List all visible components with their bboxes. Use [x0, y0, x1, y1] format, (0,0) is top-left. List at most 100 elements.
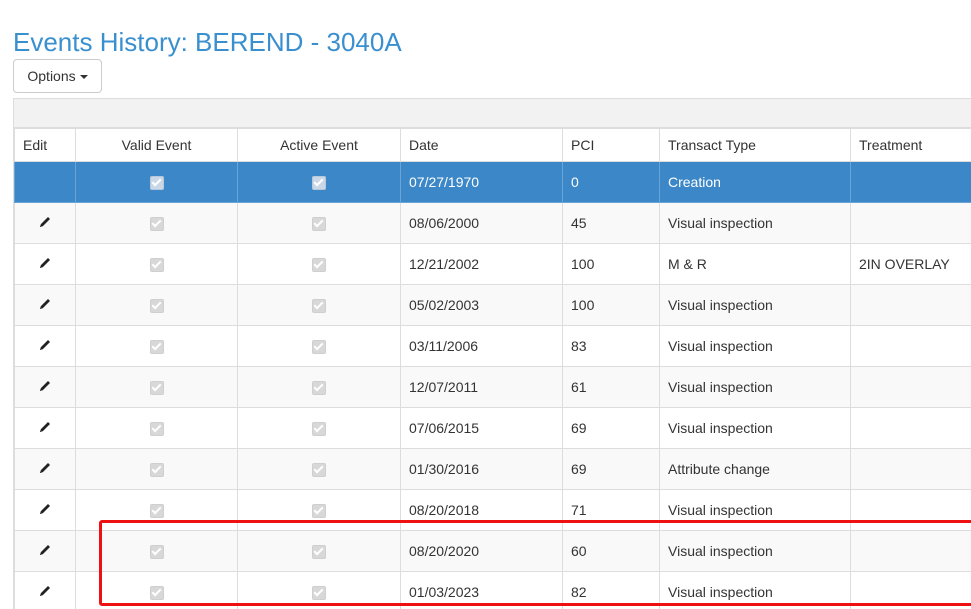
checkbox-checked-icon: [312, 586, 326, 601]
table-row[interactable]: 03/11/2006 83 Visual inspection: [14, 325, 971, 367]
checkbox-checked-icon: [312, 545, 326, 560]
transact-type-cell: M & R: [659, 243, 851, 285]
active-event-cell: [237, 325, 401, 367]
column-header-active-event[interactable]: Active Event: [237, 128, 401, 162]
table-row[interactable]: 12/07/2011 61 Visual inspection: [14, 366, 971, 408]
valid-event-cell: [75, 489, 238, 531]
checkbox-checked-icon: [312, 463, 326, 478]
pencil-icon[interactable]: [38, 502, 52, 519]
transact-type-cell: Visual inspection: [659, 489, 851, 531]
date-cell: 07/06/2015: [400, 407, 563, 449]
valid-event-cell: [75, 202, 238, 244]
table-row[interactable]: 07/27/1970 0 Creation: [14, 161, 971, 203]
table-row[interactable]: 01/03/2023 82 Visual inspection: [14, 571, 971, 609]
checkbox-checked-icon: [149, 463, 164, 478]
table-header-row: Edit Valid Event Active Event Date PCI T…: [14, 128, 971, 162]
treatment-cell: [850, 448, 971, 490]
edit-cell[interactable]: [14, 530, 76, 572]
checkbox-checked-icon: [149, 258, 164, 273]
column-header-date[interactable]: Date: [400, 128, 563, 162]
pci-cell: 82: [562, 571, 660, 609]
pencil-icon[interactable]: [38, 584, 52, 601]
pci-cell: 60: [562, 530, 660, 572]
date-cell: 07/27/1970: [400, 161, 563, 203]
active-event-cell: [237, 202, 401, 244]
column-header-valid-event[interactable]: Valid Event: [75, 128, 238, 162]
table-row[interactable]: 12/21/2002 100 M & R 2IN OVERLAY: [14, 243, 971, 285]
valid-event-cell: [75, 407, 238, 449]
pencil-icon[interactable]: [38, 461, 52, 478]
active-event-cell: [237, 366, 401, 408]
transact-type-cell: Visual inspection: [659, 530, 851, 572]
treatment-cell: [850, 571, 971, 609]
pencil-icon[interactable]: [38, 420, 52, 437]
options-button[interactable]: Options: [13, 59, 102, 93]
pci-cell: 61: [562, 366, 660, 408]
active-event-cell: [237, 448, 401, 490]
table-row[interactable]: 05/02/2003 100 Visual inspection: [14, 284, 971, 326]
column-header-transact-type[interactable]: Transact Type: [659, 128, 851, 162]
table-toolbar: [14, 98, 971, 128]
treatment-cell: [850, 489, 971, 531]
table-row[interactable]: 07/06/2015 69 Visual inspection: [14, 407, 971, 449]
page-title: Events History: BEREND - 3040A: [13, 27, 402, 58]
pencil-icon[interactable]: [38, 338, 52, 355]
transact-type-cell: Creation: [659, 161, 851, 203]
table-row[interactable]: 08/20/2020 60 Visual inspection: [14, 530, 971, 572]
column-header-pci[interactable]: PCI: [562, 128, 660, 162]
valid-event-cell: [75, 530, 238, 572]
column-header-edit[interactable]: Edit: [14, 128, 76, 162]
edit-cell[interactable]: [14, 448, 76, 490]
date-cell: 12/21/2002: [400, 243, 563, 285]
checkbox-checked-icon: [312, 340, 326, 355]
checkbox-checked-icon: [149, 176, 164, 191]
events-table-container: Edit Valid Event Active Event Date PCI T…: [13, 98, 971, 609]
checkbox-checked-icon: [149, 340, 164, 355]
checkbox-checked-icon: [149, 504, 164, 519]
column-header-treatment[interactable]: Treatment: [850, 128, 971, 162]
table-row[interactable]: 08/20/2018 71 Visual inspection: [14, 489, 971, 531]
transact-type-cell: Visual inspection: [659, 366, 851, 408]
edit-cell[interactable]: [14, 407, 76, 449]
transact-type-cell: Visual inspection: [659, 284, 851, 326]
treatment-cell: [850, 161, 971, 203]
transact-type-cell: Visual inspection: [659, 407, 851, 449]
pci-cell: 69: [562, 407, 660, 449]
pencil-icon[interactable]: [38, 543, 52, 560]
checkbox-checked-icon: [312, 217, 326, 232]
active-event-cell: [237, 407, 401, 449]
events-table: Edit Valid Event Active Event Date PCI T…: [14, 128, 971, 609]
table-row[interactable]: 01/30/2016 69 Attribute change: [14, 448, 971, 490]
checkbox-checked-icon: [312, 299, 326, 314]
edit-cell[interactable]: [14, 325, 76, 367]
checkbox-checked-icon: [149, 586, 164, 601]
edit-cell[interactable]: [14, 243, 76, 285]
transact-type-cell: Visual inspection: [659, 202, 851, 244]
pencil-icon[interactable]: [38, 379, 52, 396]
transact-type-cell: Visual inspection: [659, 571, 851, 609]
edit-cell[interactable]: [14, 202, 76, 244]
active-event-cell: [237, 161, 401, 203]
checkbox-checked-icon: [312, 176, 326, 191]
edit-cell[interactable]: [14, 284, 76, 326]
treatment-cell: [850, 325, 971, 367]
checkbox-checked-icon: [312, 381, 326, 396]
treatment-cell: [850, 202, 971, 244]
edit-cell[interactable]: [14, 571, 76, 609]
table-row[interactable]: 08/06/2000 45 Visual inspection: [14, 202, 971, 244]
treatment-cell: 2IN OVERLAY: [850, 243, 971, 285]
edit-cell[interactable]: [14, 366, 76, 408]
edit-cell[interactable]: [14, 489, 76, 531]
checkbox-checked-icon: [149, 422, 164, 437]
transact-type-cell: Visual inspection: [659, 325, 851, 367]
treatment-cell: [850, 284, 971, 326]
date-cell: 01/30/2016: [400, 448, 563, 490]
treatment-cell: [850, 366, 971, 408]
active-event-cell: [237, 530, 401, 572]
date-cell: 08/20/2018: [400, 489, 563, 531]
pci-cell: 0: [562, 161, 660, 203]
pencil-icon[interactable]: [38, 297, 52, 314]
pencil-icon[interactable]: [38, 215, 52, 232]
pencil-icon[interactable]: [38, 256, 52, 273]
edit-cell: [14, 161, 76, 203]
